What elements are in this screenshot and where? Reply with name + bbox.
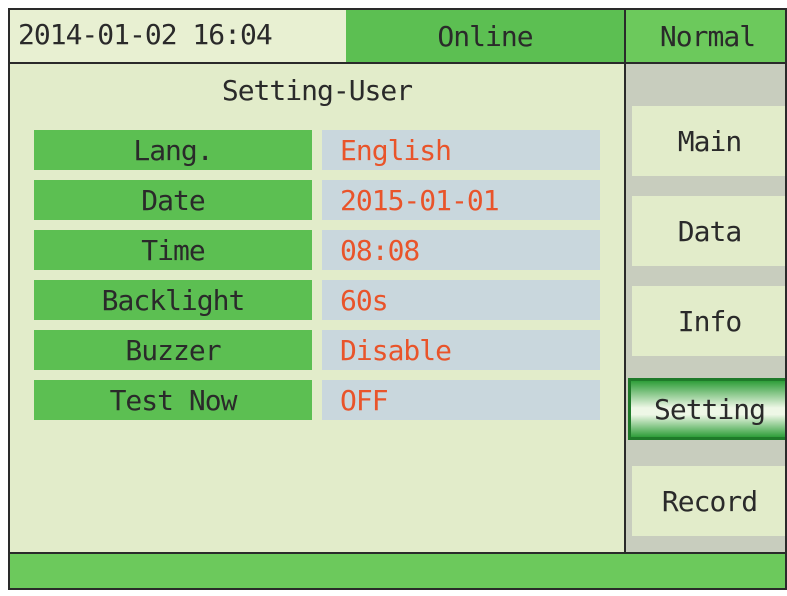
setting-row-backlight: Backlight 60s	[34, 280, 600, 320]
setting-label: Time	[34, 230, 312, 270]
setting-row-time: Time 08:08	[34, 230, 600, 270]
status-bar: 2014-01-02 16:04 Online Normal	[10, 10, 785, 64]
time-value-field[interactable]: 08:08	[322, 230, 600, 270]
test-now-value-field[interactable]: OFF	[322, 380, 600, 420]
connection-status: Online	[346, 10, 624, 62]
setting-label: Test Now	[34, 380, 312, 420]
setting-label: Date	[34, 180, 312, 220]
settings-panel: Setting-User Lang. English Date 2015-01-…	[10, 64, 624, 552]
setting-row-test-now: Test Now OFF	[34, 380, 600, 420]
buzzer-value-field[interactable]: Disable	[322, 330, 600, 370]
date-value-field[interactable]: 2015-01-01	[322, 180, 600, 220]
nav-setting-button[interactable]: Setting	[628, 378, 785, 440]
nav-data-button[interactable]: Data	[632, 196, 785, 266]
setting-label: Buzzer	[34, 330, 312, 370]
language-value-field[interactable]: English	[322, 130, 600, 170]
nav-record-button[interactable]: Record	[632, 466, 785, 536]
nav-main-button[interactable]: Main	[632, 106, 785, 176]
setting-label: Lang.	[34, 130, 312, 170]
backlight-value-field[interactable]: 60s	[322, 280, 600, 320]
setting-row-language: Lang. English	[34, 130, 600, 170]
datetime-display: 2014-01-02 16:04	[18, 18, 273, 51]
mode-indicator: Normal	[624, 10, 785, 62]
setting-row-date: Date 2015-01-01	[34, 180, 600, 220]
device-screen: 2014-01-02 16:04 Online Normal Setting-U…	[8, 8, 787, 590]
setting-label: Backlight	[34, 280, 312, 320]
nav-sidebar: Main Data Info Setting Record	[624, 64, 785, 552]
setting-row-buzzer: Buzzer Disable	[34, 330, 600, 370]
page-title: Setting-User	[221, 74, 413, 107]
nav-info-button[interactable]: Info	[632, 286, 785, 356]
footer-bar	[10, 552, 785, 588]
